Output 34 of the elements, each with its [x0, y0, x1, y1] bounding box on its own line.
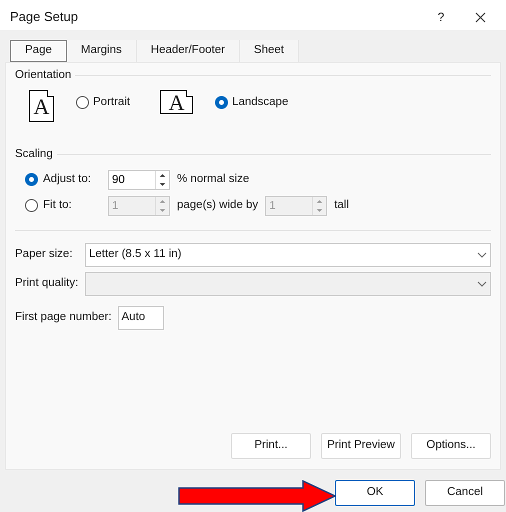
paper-size-dropdown[interactable]: Letter (8.5 x 11 in) [85, 242, 491, 266]
chevron-down-icon[interactable] [477, 252, 487, 258]
landscape-page-icon: A [160, 90, 194, 114]
dialog-button[interactable]: Cancel [425, 480, 505, 506]
window-title: Page Setup [10, 8, 79, 26]
field-label: First page number: [15, 310, 112, 325]
radio-label[interactable]: Adjust to: [43, 170, 103, 188]
unit-label: page(s) wide by [177, 198, 258, 213]
unit-label: % normal size [177, 172, 250, 187]
close-icon[interactable] [475, 12, 486, 22]
radio-label[interactable]: Fit to: [43, 196, 103, 214]
tab[interactable]: Header/Footer [136, 40, 240, 62]
radio-button[interactable] [76, 96, 89, 110]
tab[interactable]: Margins [66, 40, 137, 62]
field-label: Paper size: [15, 246, 74, 262]
unit-label: tall [334, 198, 349, 213]
dialog-button[interactable]: Options... [411, 433, 491, 459]
help-button[interactable]: ? [431, 8, 451, 26]
section-title: Scaling [15, 147, 53, 162]
field-label: Print quality: [15, 276, 80, 291]
radio-button[interactable] [25, 199, 38, 212]
radio-button[interactable] [215, 96, 228, 110]
portrait-page-icon: A [29, 90, 54, 122]
dialog-button[interactable]: Print Preview [321, 433, 401, 459]
radio-label[interactable]: Landscape [232, 94, 288, 112]
tab[interactable]: Page [10, 40, 67, 62]
section-title: Orientation [15, 68, 72, 83]
dialog-button[interactable]: Print... [231, 433, 311, 459]
first-page-number-field[interactable]: Auto [118, 306, 164, 330]
radio-button[interactable] [25, 173, 38, 186]
tab[interactable]: Sheet [240, 40, 299, 62]
spin-box[interactable]: 90 [108, 170, 170, 190]
default-button[interactable]: OK [335, 480, 415, 506]
radio-label[interactable]: Portrait [93, 94, 130, 112]
